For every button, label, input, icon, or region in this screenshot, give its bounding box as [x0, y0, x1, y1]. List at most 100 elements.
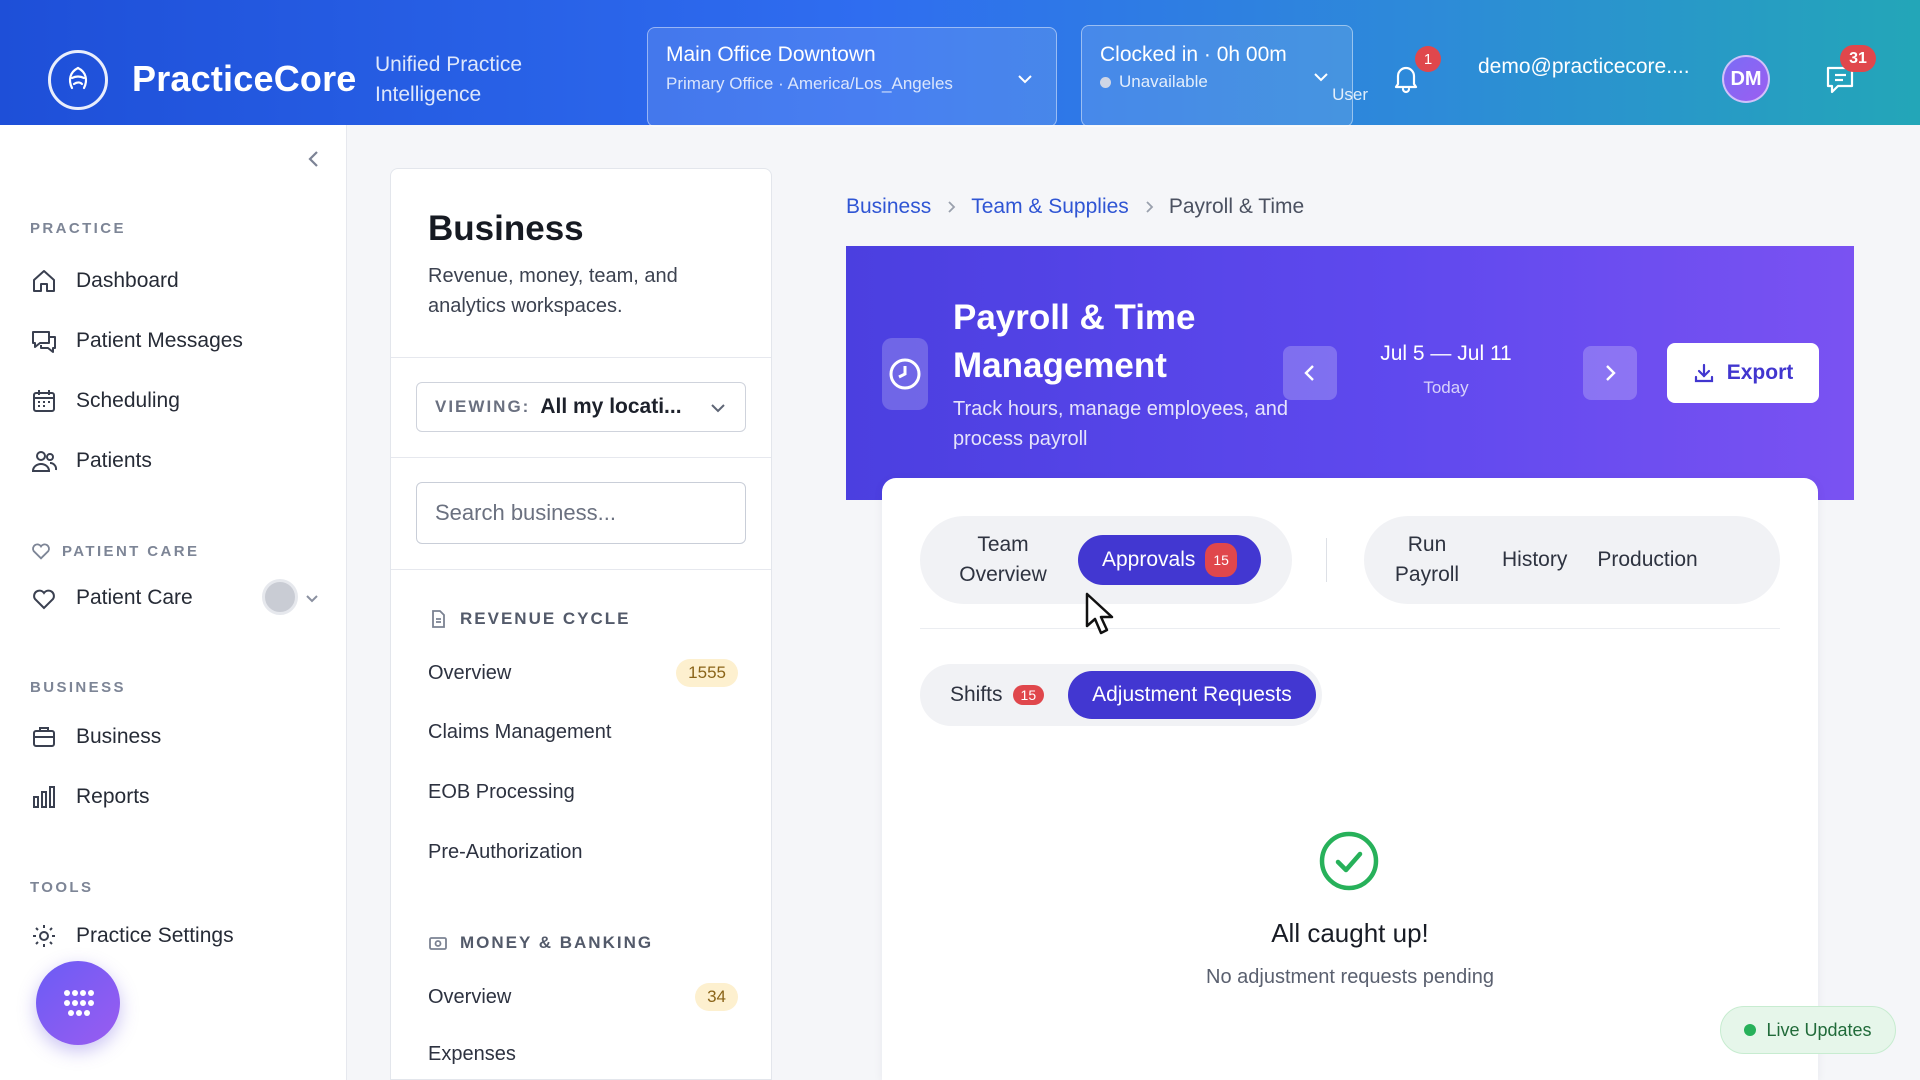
nav-item-label: Overview: [428, 985, 512, 1008]
heart-icon: [33, 589, 55, 610]
nav-item-claims-management[interactable]: Claims Management: [428, 721, 738, 744]
chat-bubbles-icon: [32, 331, 56, 353]
tab-group-secondary: Run Payroll History Production: [1364, 516, 1780, 604]
search-input[interactable]: [416, 482, 746, 544]
chevron-down-icon: [1016, 70, 1034, 88]
chevron-right-icon: [1146, 201, 1154, 213]
sidebar-item-label: Practice Settings: [76, 924, 234, 947]
patient-care-status-toggle[interactable]: [262, 579, 298, 615]
live-updates-label: Live Updates: [1766, 1019, 1872, 1040]
empty-state-title: All caught up!: [1271, 918, 1429, 948]
section-label-patient-care: PATIENT CARE: [30, 540, 199, 562]
page-description: Track hours, manage employees, and proce…: [953, 398, 1288, 450]
apps-launcher-button[interactable]: [36, 961, 120, 1045]
nav-item-label: Claims Management: [428, 721, 612, 743]
collapse-sidebar-icon[interactable]: [302, 147, 326, 171]
chevron-down-icon: [709, 399, 727, 417]
nav-item-pre-authorization[interactable]: Pre-Authorization: [428, 841, 738, 864]
date-range-label: Jul 5 — Jul 11: [1380, 342, 1512, 365]
sidebar-item-practice-settings[interactable]: Practice Settings: [30, 922, 234, 950]
next-week-button[interactable]: [1583, 346, 1637, 400]
panel-title: Business: [428, 209, 584, 248]
approvals-count-badge: 15: [1205, 543, 1237, 577]
sidebar-item-reports[interactable]: Reports: [30, 783, 150, 811]
group-label-text: MONEY & BANKING: [460, 933, 654, 952]
grid-dots-icon: [64, 990, 94, 1016]
calendar-icon: [33, 390, 55, 412]
tab-approvals[interactable]: Approvals 15: [1078, 535, 1261, 585]
divider: [391, 569, 771, 570]
brand-tagline: Unified Practice Intelligence: [375, 53, 523, 106]
status-dot-icon: [1100, 76, 1111, 88]
banknote-icon: [429, 937, 447, 950]
sidebar-item-dashboard[interactable]: Dashboard: [30, 267, 179, 295]
download-icon: [1694, 363, 1713, 383]
sidebar-item-label: Reports: [76, 785, 150, 808]
location-title: Main Office Downtown: [666, 43, 876, 66]
avatar[interactable]: DM: [1722, 55, 1770, 103]
sidebar-item-patients[interactable]: Patients: [30, 447, 152, 475]
breadcrumb-current: Payroll & Time: [1168, 195, 1305, 218]
sidebar: PRACTICE Dashboard Patient Messages Sche…: [0, 125, 347, 1080]
sidebar-item-label: Scheduling: [76, 389, 180, 412]
section-label-tools: TOOLS: [30, 879, 94, 896]
count-badge: 1555: [676, 659, 738, 687]
users-icon: [31, 451, 58, 472]
clock-status-select[interactable]: Clocked in · 0h 00m Unavailable: [1081, 25, 1353, 127]
subtab-adjustment-requests[interactable]: Adjustment Requests: [1068, 671, 1316, 719]
section-label-text: PATIENT CARE: [62, 542, 200, 560]
chevron-down-icon[interactable]: [304, 590, 320, 606]
chevron-right-icon: [948, 201, 956, 213]
breadcrumb: Business Team & Supplies Payroll & Time: [846, 195, 1304, 219]
clock-icon: [882, 338, 928, 410]
sidebar-item-label: Dashboard: [76, 269, 179, 292]
previous-week-button[interactable]: [1283, 346, 1337, 400]
user-email[interactable]: demo@practicecore....: [1478, 55, 1690, 79]
nav-item-money-overview[interactable]: Overview 34: [428, 983, 738, 1011]
viewing-value: All my locati...: [540, 395, 682, 418]
business-nav-panel: Business Revenue, money, team, and analy…: [390, 168, 772, 1080]
sidebar-item-scheduling[interactable]: Scheduling: [30, 387, 180, 415]
subtab-shifts[interactable]: Shifts 15: [926, 683, 1068, 707]
breadcrumb-business[interactable]: Business: [846, 195, 931, 219]
date-range-sub[interactable]: Today: [1366, 378, 1526, 398]
user-role: User: [1332, 85, 1368, 104]
tab-history[interactable]: History: [1482, 545, 1587, 575]
export-label: Export: [1726, 361, 1794, 384]
chevron-right-icon: [1606, 365, 1616, 381]
notification-badge: 1: [1415, 46, 1441, 72]
tab-run-payroll[interactable]: Run Payroll: [1372, 530, 1482, 590]
location-select[interactable]: Main Office Downtown Primary Office · Am…: [647, 27, 1057, 127]
location-subtitle: Primary Office · America/Los_Angeles: [666, 74, 953, 93]
tab-production[interactable]: Production: [1587, 545, 1707, 575]
location-filter-select[interactable]: VIEWING: All my locati...: [416, 382, 746, 432]
brand-logo-icon[interactable]: [48, 50, 108, 110]
nav-item-label: Overview: [428, 661, 512, 684]
divider: [920, 628, 1780, 629]
sidebar-item-business[interactable]: Business: [30, 723, 161, 751]
nav-item-eob-processing[interactable]: EOB Processing: [428, 781, 738, 804]
count-badge: 34: [695, 983, 738, 1011]
page-header-banner: Payroll & Time Management Track hours, m…: [846, 246, 1854, 500]
nav-item-label: EOB Processing: [428, 781, 575, 803]
breadcrumb-team-supplies[interactable]: Team & Supplies: [971, 195, 1129, 219]
nav-item-expenses[interactable]: Expenses: [428, 1043, 738, 1066]
availability-label: Unavailable: [1119, 72, 1208, 91]
sidebar-item-patient-messages[interactable]: Patient Messages: [30, 327, 243, 355]
mouse-cursor-icon: [1085, 592, 1114, 635]
page-title: Payroll & Time Management: [953, 298, 1196, 385]
live-updates-indicator[interactable]: Live Updates: [1720, 1006, 1896, 1054]
group-label-text: REVENUE CYCLE: [460, 609, 631, 628]
group-label-money-banking: MONEY & BANKING: [428, 933, 653, 953]
brand-name[interactable]: PracticeCore: [132, 58, 357, 100]
date-range: Jul 5 — Jul 11 Today: [1366, 342, 1526, 398]
heart-icon: [32, 543, 50, 560]
tab-team-overview[interactable]: Team Overview: [928, 530, 1078, 590]
home-icon: [33, 270, 55, 292]
export-button[interactable]: Export: [1667, 343, 1819, 403]
divider: [391, 457, 771, 458]
sidebar-item-patient-care[interactable]: Patient Care: [30, 584, 193, 612]
payroll-card: Team Overview Approvals 15 Run Payroll H…: [882, 478, 1818, 1080]
clock-title: Clocked in · 0h 00m: [1100, 43, 1287, 66]
nav-item-revenue-overview[interactable]: Overview 1555: [428, 659, 738, 687]
